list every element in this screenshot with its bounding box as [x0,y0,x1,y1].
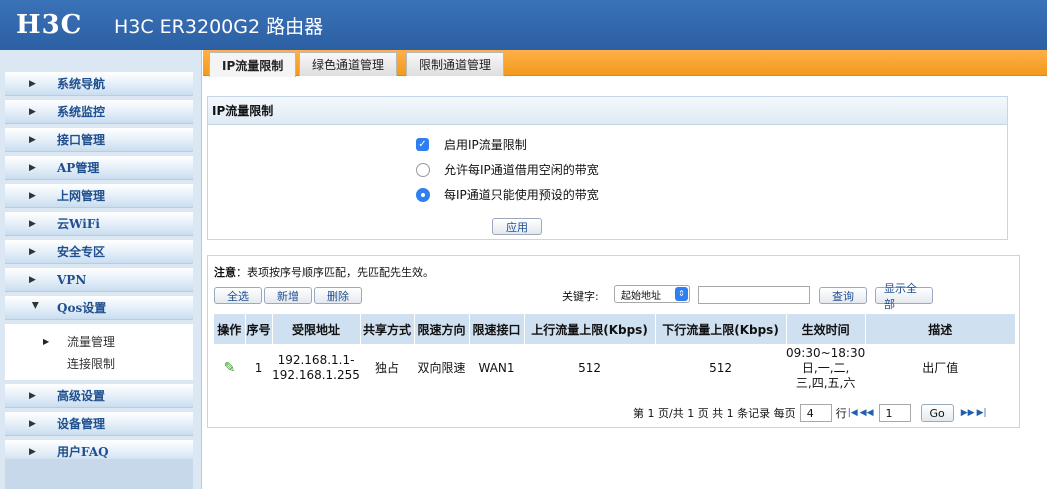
sidebar-item-system-nav[interactable]: ▶ 系统导航 [5,72,193,96]
col-header: 生效时间 [786,314,866,344]
chevron-right-icon: ▶ [29,274,36,285]
col-header: 描述 [865,314,1016,344]
chevron-right-icon: ▶ [29,446,36,457]
sidebar-item-interface[interactable]: ▶ 接口管理 [5,128,193,152]
app-header: H3C H3C ER3200G2 路由器 [0,0,1047,50]
row-actions: ✎ [214,344,245,392]
col-header: 受限地址 [272,314,361,344]
show-all-button[interactable]: 显示全部 [875,282,933,311]
chevron-right-icon: ▶ [29,106,36,117]
sidebar-item-cloud-wifi[interactable]: ▶ 云WiFi [5,212,193,236]
rule-table: 操作 序号 受限地址 共享方式 限速方向 限速接口 上行流量上限(Kbps) 下… [214,314,1016,392]
cell-down-limit: 512 [709,360,732,375]
add-button[interactable]: 新增 [264,287,312,304]
per-page-input[interactable]: 4 [799,404,832,422]
first-page-icon[interactable]: |◀ [848,408,858,418]
select-arrow-icon: ⇕ [675,287,688,301]
sidebar-footer [5,459,193,489]
sidebar-item-qos[interactable]: ▶ Qos设置 [5,296,193,320]
page-input[interactable]: 1 [878,404,911,422]
sidebar-item-vpn[interactable]: ▶ VPN [5,268,193,292]
cell-desc: 出厂值 [922,360,959,375]
col-header: 共享方式 [360,314,415,344]
sidebar-subitem-connlimit[interactable]: 连接限制 [5,352,193,374]
cell-interface: WAN1 [478,360,515,375]
table-row: ✎ 1 192.168.1.1- 192.168.1.255 独占 双向限速 WA… [214,344,1015,392]
chevron-right-icon: ▶ [29,134,36,145]
sidebar-item-ap[interactable]: ▶ AP管理 [5,156,193,180]
cell-address: 192.168.1.1- 192.168.1.255 [272,353,360,382]
prev-page-icon[interactable]: ◀◀ [860,408,874,418]
edit-pencil-icon[interactable]: ✎ [224,360,236,376]
chevron-right-icon: ▶ [29,162,36,173]
note-text: 注意：表项按序号顺序匹配，先匹配先生效。 [214,266,434,279]
tab-limit-channel[interactable]: 限制通道管理 [406,52,505,76]
table-header: 操作 序号 受限地址 共享方式 限速方向 限速接口 上行流量上限(Kbps) 下… [214,314,1016,344]
cell-direction: 双向限速 [417,360,466,375]
col-header: 操作 [214,314,246,344]
keyword-select[interactable]: 起始地址 ⇕ [614,285,690,303]
select-all-button[interactable]: 全选 [214,287,262,304]
chevron-right-icon: ▶ [29,390,36,401]
ip-limit-panel: IP流量限制 ✓ 启用IP流量限制 允许每IP通道借用空闲的带宽 每IP通道只能… [207,96,1008,240]
sidebar-item-advanced[interactable]: ▶ 高级设置 [5,384,193,408]
enable-option[interactable]: ✓ 启用IP流量限制 [416,136,527,153]
col-header: 序号 [245,314,273,344]
panel-title: IP流量限制 [208,97,1007,125]
sidebar: ▶ 系统导航 ▶ 系统监控 ▶ 接口管理 ▶ AP管理 ▶ 上网管理 ▶ 云WiFi ▶ 安全… [0,50,202,489]
sidebar-item-security[interactable]: ▶ 安全专区 [5,240,193,264]
tab-green-channel[interactable]: 绿色通道管理 [299,52,398,76]
sidebar-item-internet[interactable]: ▶ 上网管理 [5,184,193,208]
col-header: 下行流量上限(Kbps) [655,314,787,344]
next-page-icon[interactable]: ▶▶ [961,408,975,418]
tab-bar: IP流量限制 绿色通道管理 限制通道管理 [203,50,1047,77]
cell-time: 09:30~18:30 日,一,二, 三,四,五,六 [786,345,866,390]
chevron-right-icon: ▶ [29,418,36,429]
sidebar-menu: ▶ 系统导航 ▶ 系统监控 ▶ 接口管理 ▶ AP管理 ▶ 上网管理 ▶ 云WiFi ▶ 安全… [5,72,193,468]
rule-list-panel: 注意：表项按序号顺序匹配，先匹配先生效。 全选 新增 删除 关键字: 起始地址 … [207,255,1020,428]
query-button[interactable]: 查询 [819,287,867,304]
h3c-logo: H3C [16,10,83,40]
borrow-option[interactable]: 允许每IP通道借用空闲的带宽 [416,161,599,178]
sidebar-item-device[interactable]: ▶ 设备管理 [5,412,193,436]
go-button[interactable]: Go [920,404,954,422]
last-page-icon[interactable]: ▶| [977,408,987,418]
chevron-right-icon: ▶ [29,218,36,229]
chevron-right-icon: ▶ [29,190,36,201]
main-content: IP流量限制 ✓ 启用IP流量限制 允许每IP通道借用空闲的带宽 每IP通道只能… [203,77,1047,489]
sidebar-item-system-monitor[interactable]: ▶ 系统监控 [5,100,193,124]
keyword-label: 关键字: [562,290,599,303]
search-input[interactable] [698,286,810,304]
apply-button[interactable]: 应用 [492,218,542,235]
chevron-right-icon: ▶ [43,336,50,346]
cell-share: 独占 [375,360,400,375]
qos-submenu: ▶ 流量管理 连接限制 [5,324,193,380]
chevron-down-icon: ▶ [30,301,40,309]
app-title: H3C ER3200G2 路由器 [114,15,324,38]
chevron-right-icon: ▶ [29,78,36,89]
chevron-right-icon: ▶ [29,246,36,257]
pagination: 第 1 页/共 1 页 共 1 条记录 每页 4 行 |◀ ◀◀ 1 Go ▶▶… [633,404,988,422]
delete-button[interactable]: 删除 [314,287,362,304]
radio-icon[interactable] [416,162,430,177]
cell-index: 1 [254,360,263,375]
col-header: 限速方向 [414,314,470,344]
radio-selected-icon[interactable] [416,187,430,202]
col-header: 限速接口 [469,314,525,344]
checkbox-checked-icon[interactable]: ✓ [416,138,429,151]
sidebar-subitem-traffic[interactable]: ▶ 流量管理 [5,330,193,352]
preset-option[interactable]: 每IP通道只能使用预设的带宽 [416,186,599,203]
tab-ip-traffic-limit[interactable]: IP流量限制 [209,52,297,77]
col-header: 上行流量上限(Kbps) [524,314,656,344]
list-toolbar: 全选 新增 删除 [214,287,362,304]
cell-up-limit: 512 [578,360,601,375]
